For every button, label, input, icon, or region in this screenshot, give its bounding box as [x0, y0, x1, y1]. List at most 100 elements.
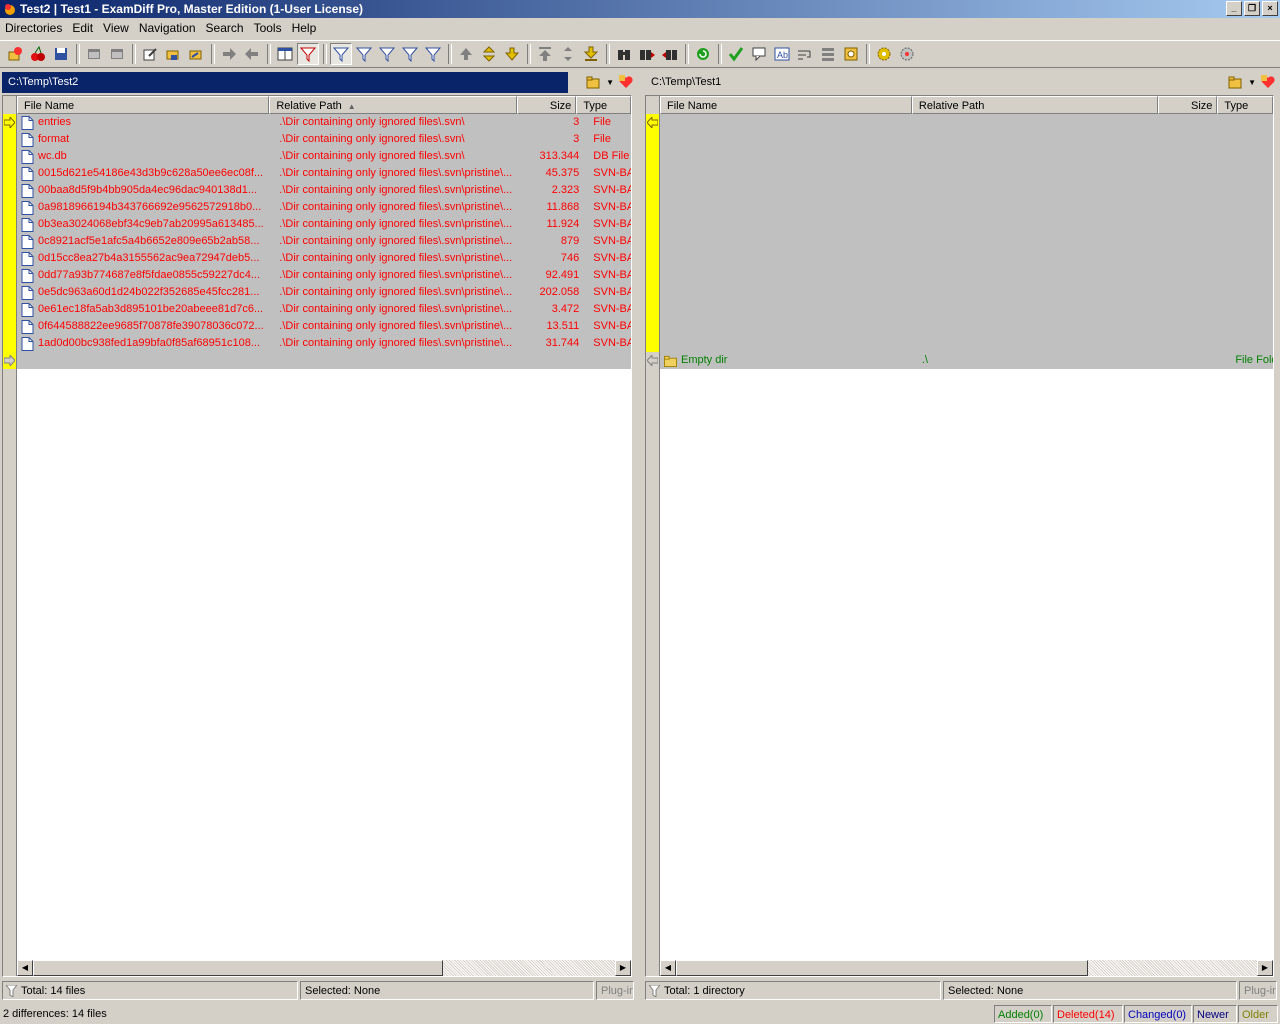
list-button[interactable]: [817, 43, 839, 65]
favorites-icon[interactable]: [618, 74, 634, 90]
columns-button[interactable]: [274, 43, 296, 65]
arrow-bottom-icon: [583, 46, 599, 61]
find-button[interactable]: [613, 43, 635, 65]
menu-tools[interactable]: Tools: [249, 18, 287, 38]
next-diff-button[interactable]: [501, 43, 523, 65]
edit-button[interactable]: [139, 43, 161, 65]
prev-window-button[interactable]: [83, 43, 105, 65]
next-window-button[interactable]: [106, 43, 128, 65]
right-col-file-name[interactable]: File Name: [660, 96, 912, 114]
show-unique-left-button[interactable]: [399, 43, 421, 65]
minimize-button[interactable]: _: [1226, 1, 1242, 16]
next-diff-arrow-icon: [4, 355, 15, 366]
menu-search[interactable]: Search: [201, 18, 249, 38]
left-status-total: Total: 14 files: [2, 981, 298, 1000]
check-button[interactable]: [725, 43, 747, 65]
show-unique-right-button[interactable]: [422, 43, 444, 65]
menu-navigation[interactable]: Navigation: [134, 18, 201, 38]
move-to-button[interactable]: [185, 43, 207, 65]
scroll-right-icon[interactable]: ▶: [615, 960, 631, 976]
prev-diff-button[interactable]: [455, 43, 477, 65]
file-row[interactable]: 0dd77a93b774687e8f5fdae0855c59227dc4....…: [17, 267, 631, 284]
left-file-list[interactable]: File Name Relative Path ▲ Size Type entri…: [17, 96, 631, 960]
left-rows: entries .\Dir containing only ignored fil…: [17, 114, 631, 352]
show-different-button[interactable]: [376, 43, 398, 65]
file-row[interactable]: 0b3ea3024068ebf34c9eb7ab20995a613485....…: [17, 216, 631, 233]
chevron-down-icon[interactable]: ▼: [1248, 78, 1256, 87]
show-identical-button[interactable]: [353, 43, 375, 65]
menu-help[interactable]: Help: [287, 18, 322, 38]
scroll-right-icon[interactable]: ▶: [1257, 960, 1273, 976]
scroll-track[interactable]: [443, 960, 615, 976]
left-col-type[interactable]: Type: [576, 96, 631, 114]
menu-directories[interactable]: Directories: [0, 18, 67, 38]
save-button[interactable]: [50, 43, 72, 65]
show-all-button[interactable]: [330, 43, 352, 65]
favorites-icon[interactable]: [1260, 74, 1276, 90]
right-col-size[interactable]: Size: [1157, 96, 1218, 114]
scroll-left-icon[interactable]: ◀: [17, 960, 33, 976]
left-col-file-name[interactable]: File Name: [17, 96, 270, 114]
file-row[interactable]: 0d15cc8ea27b4a3155562ac9ea72947deb5... .\…: [17, 250, 631, 267]
comment-button[interactable]: [748, 43, 770, 65]
older-badge[interactable]: Older: [1238, 1005, 1278, 1023]
word-wrap-button[interactable]: [794, 43, 816, 65]
find-prev-button[interactable]: [659, 43, 681, 65]
deleted-count-badge[interactable]: Deleted(14): [1053, 1005, 1123, 1023]
options-button[interactable]: [873, 43, 895, 65]
browse-folder-icon[interactable]: [1228, 74, 1244, 90]
chevron-down-icon[interactable]: ▼: [606, 78, 614, 87]
newer-badge[interactable]: Newer: [1193, 1005, 1237, 1023]
changed-count-badge[interactable]: Changed(0): [1124, 1005, 1192, 1023]
copy-right-button[interactable]: [218, 43, 240, 65]
scroll-thumb[interactable]: [33, 960, 443, 976]
current-diff-button[interactable]: [478, 43, 500, 65]
file-row[interactable]: 00baa8d5f9b4bb905da4ec96dac940138d1... .\…: [17, 182, 631, 199]
file-row[interactable]: 0e5dc963a60d1d24b022f352685e45fcc281....…: [17, 284, 631, 301]
left-col-relative-path[interactable]: Relative Path ▲: [269, 96, 517, 114]
font-button[interactable]: Ab: [771, 43, 793, 65]
recompare-button[interactable]: [27, 43, 49, 65]
left-path[interactable]: C:\Temp\Test2: [2, 72, 568, 93]
right-col-relative-path[interactable]: Relative Path: [911, 96, 1158, 114]
file-row[interactable]: entries .\Dir containing only ignored fil…: [17, 114, 631, 131]
menu-view[interactable]: View: [98, 18, 134, 38]
scroll-thumb[interactable]: [676, 960, 1088, 976]
file-name: 00baa8d5f9b4bb905da4ec96dac940138d1...: [38, 184, 257, 196]
toolbar-separator: [76, 44, 80, 64]
filter-icon: [6, 985, 17, 997]
browse-folder-icon[interactable]: [586, 74, 602, 90]
restore-button[interactable]: ❐: [1244, 1, 1260, 16]
refresh-button[interactable]: [692, 43, 714, 65]
right-path[interactable]: C:\Temp\Test1: [645, 72, 1215, 93]
last-diff-button[interactable]: [580, 43, 602, 65]
right-file-list[interactable]: File Name Relative Path Size Type Empty …: [660, 96, 1273, 960]
plugin-button[interactable]: [840, 43, 862, 65]
session-options-button[interactable]: [896, 43, 918, 65]
added-count-badge[interactable]: Added(0): [994, 1005, 1052, 1023]
right-col-type[interactable]: Type: [1217, 96, 1273, 114]
copy-left-button[interactable]: [241, 43, 263, 65]
close-button[interactable]: ×: [1262, 1, 1278, 16]
file-row[interactable]: 1ad0d00bc938fed1a99bfa0f85af68951c108...…: [17, 335, 631, 352]
file-row[interactable]: 0e61ec18fa5ab3d895101be20abeee81d7c6....…: [17, 301, 631, 318]
file-row[interactable]: 0c8921acf5e1afc5a4b6652e809e65b2ab58....…: [17, 233, 631, 250]
left-horizontal-scrollbar[interactable]: ◀ ▶: [17, 960, 631, 976]
copy-to-button[interactable]: [162, 43, 184, 65]
left-col-size[interactable]: Size: [516, 96, 577, 114]
menu-edit[interactable]: Edit: [67, 18, 98, 38]
file-row[interactable]: 0015d621e54186e43d3b9c628a50ee6ec08f....…: [17, 165, 631, 182]
scroll-track[interactable]: [1088, 960, 1257, 976]
open-compare-button[interactable]: [4, 43, 26, 65]
right-horizontal-scrollbar[interactable]: ◀ ▶: [660, 960, 1273, 976]
expand-button[interactable]: [557, 43, 579, 65]
file-row[interactable]: Empty dir .\ File Folder: [660, 352, 1273, 369]
file-row[interactable]: 0a9818966194b343766692e9562572918b0... .\…: [17, 199, 631, 216]
first-diff-button[interactable]: [534, 43, 556, 65]
file-row[interactable]: 0f644588822ee9685f70878fe39078036c072...…: [17, 318, 631, 335]
filter-button[interactable]: [297, 43, 319, 65]
file-row[interactable]: format .\Dir containing only ignored file…: [17, 131, 631, 148]
scroll-left-icon[interactable]: ◀: [660, 960, 676, 976]
file-row[interactable]: wc.db .\Dir containing only ignored files…: [17, 148, 631, 165]
find-next-button[interactable]: [636, 43, 658, 65]
